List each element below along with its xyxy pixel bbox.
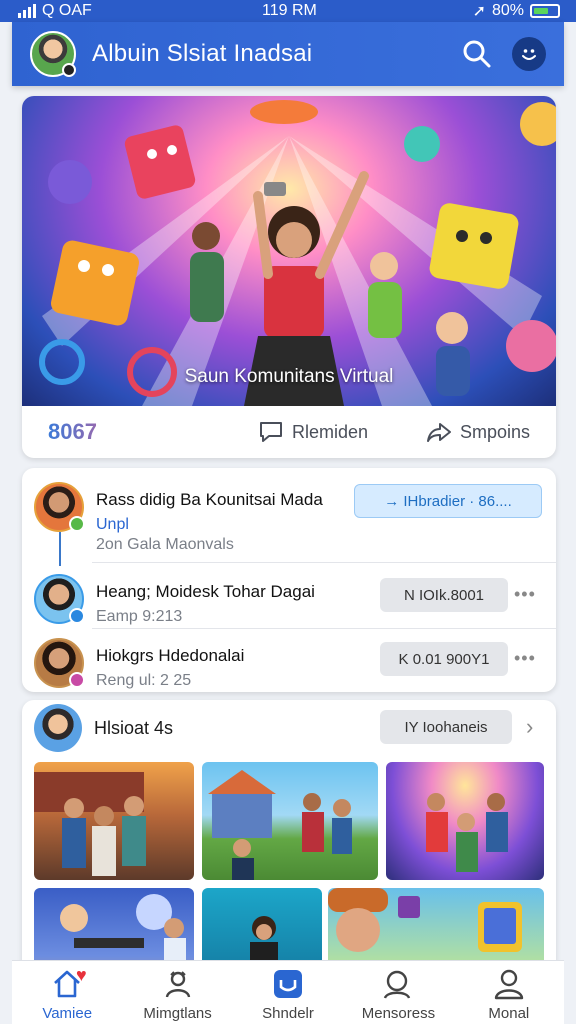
feed-item-action-button[interactable]: K 0.01 900Y1 [380, 642, 508, 676]
battery-icon [530, 4, 560, 18]
status-time: 119 RM [262, 2, 317, 19]
battery-percent: 80% [491, 2, 524, 19]
photo-stage-illustration [426, 793, 508, 872]
bottom-nav: ♥ Vamiee Mimgtlans Shndelr Mensoress Mon… [12, 960, 564, 1024]
feed-item-action-button[interactable]: N IOIk.8001 [380, 578, 508, 612]
divider [92, 628, 556, 629]
reaction-count[interactable]: 8067 [48, 419, 238, 445]
list-item[interactable]: Hiokgrs Hdedonalai Reng ul: 2 25 K 0.01 … [22, 630, 556, 700]
search-icon[interactable] [462, 39, 492, 69]
share-label: Smpoins [459, 421, 530, 442]
heart-icon: ♥ [76, 965, 87, 985]
avatar[interactable] [34, 482, 85, 532]
share-button[interactable]: Smpoins [426, 420, 530, 444]
album-title: Hlsioat 4s [94, 718, 174, 738]
page-title: Albuin Slsiat Inadsai [92, 40, 313, 67]
chevron-right-icon[interactable]: › [526, 714, 533, 740]
feed-item-action-button[interactable]: → IHbradier · 86.... [354, 484, 542, 518]
app-header: Albuin Slsiat Inadsai [12, 22, 564, 86]
carrier-label: Q OAF [42, 2, 92, 19]
nav-item-home[interactable]: ♥ Vamiee [12, 961, 122, 1024]
feed-item-title: Hiokgrs Hdedonalai [96, 646, 245, 665]
feed-item-time: Eamp 9:213 [96, 608, 183, 625]
avatar[interactable] [34, 704, 82, 752]
nav-label: Mimgtlans [143, 1005, 212, 1022]
nav-label: Monal [488, 1005, 530, 1022]
avatar[interactable] [34, 574, 85, 624]
more-options-icon[interactable]: ••• [514, 648, 536, 669]
nav-label: Shndelr [262, 1005, 314, 1022]
list-item[interactable]: Heang; Moidesk Tohar Dagai Eamp 9:213 N … [22, 566, 556, 636]
nav-item-profile[interactable]: Monal [454, 961, 564, 1024]
emoji-icon[interactable] [512, 37, 546, 71]
feed-item-sub: Unpl [96, 516, 129, 533]
comment-label: Rlemiden [292, 421, 369, 442]
nav-item-community[interactable]: Mimgtlans [122, 961, 232, 1024]
feed-item-title: Heang; Moidesk Tohar Dagai [96, 582, 315, 601]
activity-feed: Rass didig Ba Kounitsai Mada Unpl → IHbr… [22, 468, 556, 692]
status-badge [69, 672, 85, 688]
post-actions: 8067 Rlemiden Smpoins [22, 406, 556, 458]
avatar[interactable] [34, 638, 85, 688]
share-icon [426, 423, 451, 442]
thread-line [59, 532, 61, 566]
feed-item-title: Rass didig Ba Kounitsai Mada [96, 490, 323, 509]
party-illustration [39, 100, 556, 406]
album-photo[interactable] [34, 762, 194, 880]
feed-item-sub: 2on Gala Maonvals [96, 536, 234, 553]
profile-avatar[interactable] [30, 31, 76, 77]
more-options-icon[interactable]: ••• [514, 584, 536, 605]
featured-image[interactable]: Saun Komunitans Virtual [22, 96, 556, 406]
album-photo[interactable] [202, 762, 378, 880]
album-action-button[interactable]: IY Ioohaneis [380, 710, 512, 744]
photo-crowd-illustration [34, 772, 146, 876]
status-dot [62, 63, 76, 77]
online-badge [69, 516, 85, 532]
location-icon: ➚ [472, 3, 486, 20]
featured-post-card[interactable]: Saun Komunitans Virtual 8067 Rlemiden Sm… [22, 96, 556, 458]
nav-label: Mensoress [361, 1005, 436, 1022]
nav-item-share[interactable]: Shndelr [233, 961, 343, 1024]
divider [92, 562, 556, 563]
share-app-icon [274, 970, 303, 998]
comment-button[interactable]: Rlemiden [258, 420, 368, 444]
nav-label: Vamiee [42, 1005, 93, 1022]
album-photo[interactable] [386, 762, 544, 880]
search-people-icon [384, 970, 411, 999]
profile-icon [494, 969, 524, 1000]
feed-item-time: Reng ul: 2 25 [96, 672, 192, 689]
community-icon [165, 971, 190, 998]
nav-item-messages[interactable]: Mensoress [343, 961, 453, 1024]
status-bar: Q OAF 119 RM ➚ 80% [0, 0, 576, 22]
signal-icon [18, 4, 36, 18]
photo-park-illustration [208, 770, 352, 880]
post-caption: Saun Komunitans Virtual [184, 366, 394, 387]
list-item[interactable]: Rass didig Ba Kounitsai Mada Unpl → IHbr… [22, 474, 556, 544]
album-header[interactable]: Hlsioat 4s IY Ioohaneis › [22, 700, 556, 756]
verified-badge [69, 608, 85, 624]
comment-icon [260, 422, 282, 442]
